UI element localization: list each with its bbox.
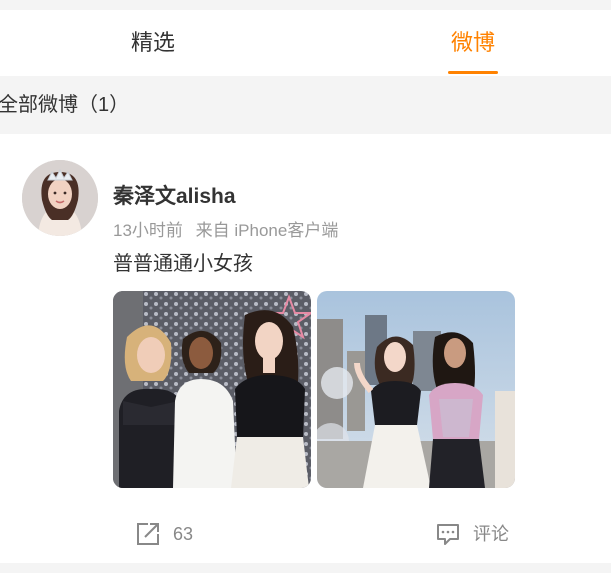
filter-bar[interactable]: 全部微博（1）	[0, 76, 611, 134]
repost-count: 63	[173, 524, 194, 544]
tab-bar: 精选 微博	[0, 10, 611, 76]
tab-weibo[interactable]: 微博	[448, 10, 498, 76]
post-image-2[interactable]	[317, 291, 515, 488]
repost-button[interactable]: 63	[135, 519, 193, 549]
tab-featured[interactable]: 精选	[118, 10, 188, 76]
post-text: 普普通通小女孩	[113, 253, 253, 275]
filter-label: 全部微博（1）	[0, 94, 130, 116]
share-icon	[137, 523, 159, 545]
author-name[interactable]: 秦泽文alisha	[113, 180, 236, 210]
top-divider	[0, 0, 611, 10]
post-meta: 13小时前 来自 iPhone客户端	[113, 216, 338, 241]
comment-label: 评论	[473, 524, 509, 544]
post-card: 秦泽文alisha 13小时前 来自 iPhone客户端 普普通通小女孩 63 …	[0, 134, 611, 564]
comment-button[interactable]: 评论	[435, 519, 509, 549]
comment-icon	[437, 524, 459, 545]
post-source: 来自 iPhone客户端	[195, 221, 339, 240]
post-image-1[interactable]	[113, 291, 311, 488]
bottom-divider	[0, 563, 611, 573]
avatar[interactable]	[22, 160, 98, 236]
post-time: 13小时前	[113, 221, 183, 240]
